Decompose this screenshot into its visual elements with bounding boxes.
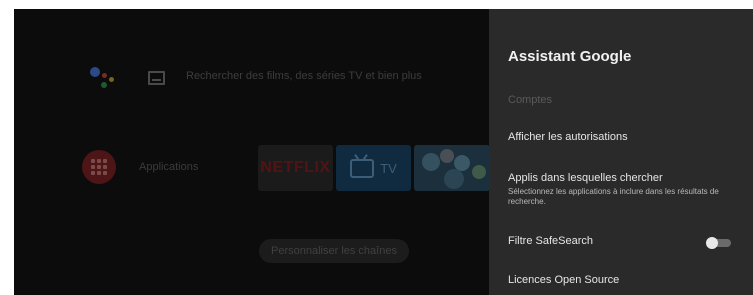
panel-title: Assistant Google xyxy=(508,48,632,65)
menu-item-open-source-licences[interactable]: Licences Open Source xyxy=(508,274,743,286)
toggle-knob xyxy=(706,237,718,249)
menu-item-label: Licences Open Source xyxy=(508,274,620,286)
customize-channels-button[interactable]: Personnaliser les chaînes xyxy=(259,239,409,263)
tv-icon xyxy=(350,158,375,178)
safesearch-toggle[interactable] xyxy=(706,237,731,249)
settings-panel: Assistant Google Comptes Afficher les au… xyxy=(489,9,753,295)
tv-screen: Rechercher des films, des séries TV et b… xyxy=(14,9,753,295)
menu-item-permissions[interactable]: Afficher les autorisations xyxy=(508,131,743,143)
menu-item-label: Afficher les autorisations xyxy=(508,131,628,143)
tv-app-tile[interactable]: TV xyxy=(336,145,411,191)
tv-label: TV xyxy=(380,160,397,176)
section-header-accounts[interactable]: Comptes xyxy=(508,94,552,106)
netflix-app-tile[interactable]: NETFLIX xyxy=(258,145,333,191)
google-assistant-icon[interactable] xyxy=(90,65,120,93)
netflix-logo: NETFLIX xyxy=(260,159,331,176)
keyboard-icon[interactable] xyxy=(148,71,165,85)
game-app-tile[interactable] xyxy=(414,145,490,191)
menu-item-searchable-apps[interactable]: Applis dans lesquelles chercher Sélectio… xyxy=(508,172,743,207)
apps-grid-icon[interactable] xyxy=(82,150,116,184)
menu-item-label: Applis dans lesquelles chercher xyxy=(508,172,663,184)
menu-item-sublabel: Sélectionnez les applications à inclure … xyxy=(508,187,719,206)
apps-label: Applications xyxy=(139,161,199,173)
search-hint[interactable]: Rechercher des films, des séries TV et b… xyxy=(186,70,422,82)
